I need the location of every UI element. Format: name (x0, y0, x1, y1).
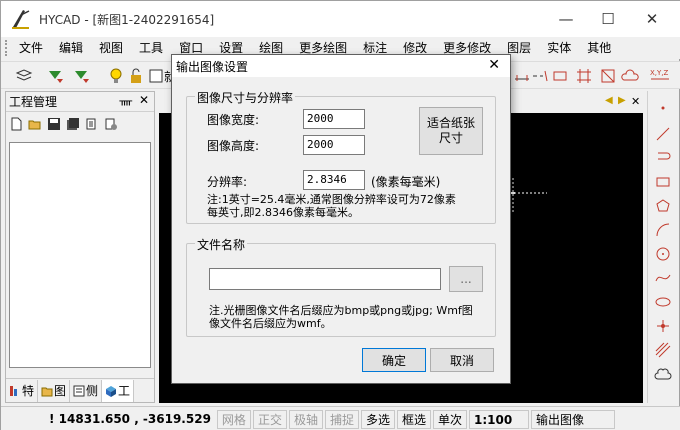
polygon-icon[interactable] (654, 197, 672, 215)
polyline-icon[interactable] (654, 149, 672, 167)
maximize-button[interactable]: ☐ (585, 1, 631, 37)
resolution-label: 分辨率: (207, 175, 248, 189)
ellipse-icon[interactable] (654, 293, 672, 311)
checkbox-icon[interactable] (147, 67, 165, 85)
resolution-unit: (像素每毫米) (371, 175, 441, 189)
hycad-logo-icon (12, 10, 30, 29)
panel-toolbar (6, 112, 154, 136)
export-image-dialog: 输出图像设置 ✕ 图像尺寸与分辨率 图像宽度: 2000 图像高度: 2000 … (171, 54, 511, 384)
filename-note: 注.光栅图像文件名后缀应为bmp或png或jpg; Wmf图 像文件名后缀应为w… (209, 304, 473, 330)
property-icon (10, 385, 17, 396)
tab-property[interactable]: 特 (6, 379, 39, 402)
grid-toggle[interactable]: 网格 (216, 409, 251, 429)
warning-mark: ! (49, 411, 59, 426)
scale-readout[interactable]: 1:100 (469, 409, 530, 429)
svg-text:X,Y,Z: X,Y,Z (650, 69, 669, 77)
status-bar: ! 14831.650 , -3619.529 网格 正交 极轴 捕捉 多选 框… (1, 406, 680, 430)
red-arrow-down-icon[interactable] (73, 67, 91, 85)
folder-icon (41, 387, 53, 396)
doc-close-icon[interactable]: ✕ (631, 95, 640, 108)
snap-toggle[interactable]: 捕捉 (324, 409, 359, 429)
width-label: 图像宽度: (207, 113, 260, 127)
dialog-title-bar: 输出图像设置 ✕ (172, 55, 510, 77)
menu-edit[interactable]: 编辑 (51, 37, 91, 59)
menu-other[interactable]: 其他 (579, 37, 619, 59)
pin-icon[interactable]: ᚄ (119, 94, 132, 107)
browse-button[interactable]: ... (449, 266, 483, 292)
save-icon[interactable] (47, 117, 61, 131)
polar-toggle[interactable]: 极轴 (288, 409, 323, 429)
size-resolution-group: 图像尺寸与分辨率 图像宽度: 2000 图像高度: 2000 适合纸张 尺寸 分… (186, 89, 496, 224)
resolution-input[interactable]: 2.8346 (303, 170, 365, 190)
tab-scroll-right-icon[interactable]: ▶ (618, 95, 626, 106)
dash-line-icon[interactable] (531, 67, 549, 85)
arc-icon[interactable] (654, 221, 672, 239)
new-file-icon[interactable] (9, 117, 23, 131)
grid-cross-icon[interactable] (575, 67, 593, 85)
circle-icon[interactable] (654, 245, 672, 263)
height-input[interactable]: 2000 (303, 135, 365, 155)
panel-close-icon[interactable]: ✕ (139, 93, 149, 107)
spline-icon[interactable] (654, 269, 672, 287)
resolution-note: 注:1英寸=25.4毫米,通常图像分辨率设可为72像素 每英寸,即2.8346像… (207, 193, 456, 219)
filename-input[interactable] (209, 268, 441, 290)
project-manager-panel: 工程管理 ᚄ ✕ 特 图 侧 工 (5, 91, 155, 403)
file-name-group: 文件名称 ... 注.光栅图像文件名后缀应为bmp或png或jpg; Wmf图 … (186, 236, 496, 337)
height-label: 图像高度: (207, 139, 260, 153)
panel-tabs: 特 图 侧 工 (6, 378, 154, 402)
block-icon (106, 385, 117, 397)
width-input[interactable]: 2000 (303, 109, 365, 129)
copy-doc-icon[interactable] (85, 117, 99, 131)
command-readout: 输出图像 (531, 409, 616, 429)
hycad-window: HYCAD - [新图1-2402291654] — ☐ ✕ 文件 编辑 视图 … (0, 0, 680, 430)
cloud-icon[interactable] (621, 67, 639, 85)
lock-icon[interactable] (127, 67, 145, 85)
tab-scroll-left-icon[interactable]: ◀ (605, 95, 613, 106)
menu-file[interactable]: 文件 (11, 37, 51, 59)
rectangle-tool-icon[interactable] (551, 67, 569, 85)
settings-doc-icon[interactable] (104, 117, 118, 131)
single-toggle[interactable]: 单次 (433, 409, 468, 429)
file-group-label: 文件名称 (195, 236, 248, 253)
save-all-icon[interactable] (66, 117, 80, 131)
ortho-toggle[interactable]: 正交 (252, 409, 287, 429)
coordinate-readout: ! 14831.650 , -3619.529 (49, 411, 211, 426)
minimize-button[interactable]: — (543, 1, 589, 37)
line-icon[interactable] (654, 125, 672, 143)
dialog-title: 输出图像设置 (176, 59, 249, 74)
measure-icon[interactable] (513, 67, 531, 85)
panel-header: 工程管理 ᚄ ✕ (6, 92, 154, 112)
panel-title: 工程管理 (9, 95, 58, 109)
multi-select-toggle[interactable]: 多选 (360, 409, 395, 429)
menu-view[interactable]: 视图 (91, 37, 131, 59)
insert-point-icon[interactable] (654, 317, 672, 335)
project-tree[interactable] (9, 142, 151, 368)
rectangle-icon[interactable] (654, 173, 672, 191)
layer-icon (73, 385, 85, 396)
size-group-label: 图像尺寸与分辨率 (195, 89, 296, 106)
tab-project[interactable]: 工 (102, 379, 135, 402)
hatch-icon[interactable] (654, 341, 672, 359)
dialog-close-button[interactable]: ✕ (488, 57, 500, 73)
title-bar: HYCAD - [新图1-2402291654] — ☐ ✕ (1, 1, 680, 37)
open-folder-icon[interactable] (28, 117, 42, 131)
fit-paper-button[interactable]: 适合纸张 尺寸 (419, 107, 483, 155)
close-window-button[interactable]: ✕ (629, 1, 675, 37)
menu-tools[interactable]: 工具 (131, 37, 171, 59)
green-arrow-down-icon[interactable] (47, 67, 65, 85)
cancel-button[interactable]: 取消 (430, 348, 494, 372)
frame-icon[interactable] (599, 67, 617, 85)
point-icon[interactable] (654, 99, 672, 117)
right-draw-toolbar (647, 91, 679, 403)
revision-cloud-icon[interactable] (654, 365, 672, 383)
window-title: HYCAD - [新图1-2402291654] (39, 12, 215, 27)
xyz-icon[interactable]: X,Y,Z (649, 67, 671, 85)
tab-drawing[interactable]: 图 (38, 379, 71, 402)
lightbulb-icon[interactable] (107, 67, 125, 85)
ok-button[interactable]: 确定 (362, 348, 426, 372)
menu-entity[interactable]: 实体 (539, 37, 579, 59)
box-select-toggle[interactable]: 框选 (397, 409, 432, 429)
tab-layer[interactable]: 侧 (70, 379, 103, 402)
layers-icon[interactable] (15, 67, 33, 85)
